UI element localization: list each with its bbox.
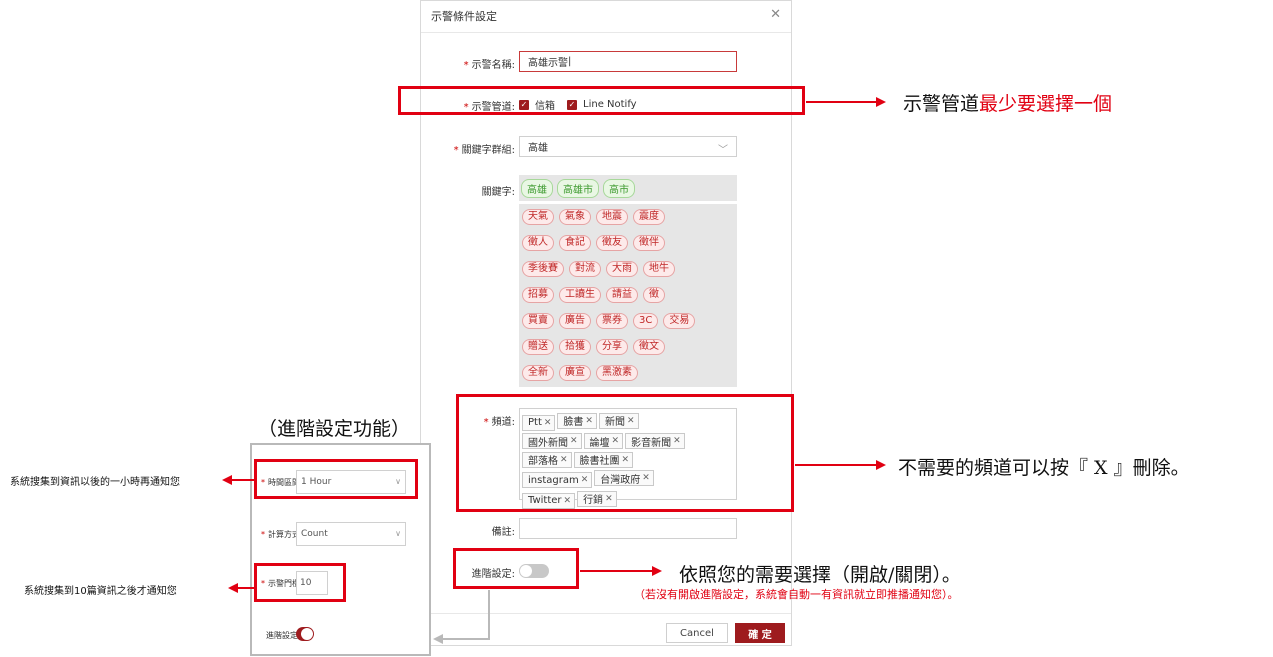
channel-highlight-box — [398, 86, 805, 115]
arrow-right-icon — [876, 460, 886, 470]
exclude-keyword-tag: 廣宣 — [559, 365, 591, 381]
exclude-keyword-tag: 工讀生 — [559, 287, 601, 303]
chevron-down-icon: ﹀ — [718, 145, 728, 156]
interval-note: 系統搜集到資訊以後的一小時再通知您 — [10, 477, 180, 488]
exclude-keyword-tag: 交易 — [663, 313, 696, 329]
threshold-highlight-box — [254, 563, 346, 602]
exclude-keyword-tag: 食記 — [559, 235, 591, 251]
exclude-keyword-row: 贈送 拾獲 分享 徵文 — [519, 334, 737, 360]
exclude-keyword-tag: 徵友 — [596, 235, 628, 251]
remark-input[interactable] — [519, 518, 737, 539]
keyword-group-value: 高雄 — [528, 143, 548, 154]
close-icon[interactable]: ✕ — [770, 7, 781, 22]
exclude-keyword-tag: 徵人 — [522, 235, 554, 251]
source-note: 不需要的頻道可以按『 X 』刪除。 — [898, 457, 1190, 479]
exclude-keyword-tag: 票券 — [596, 313, 628, 329]
exclude-keyword-tag: 大雨 — [606, 261, 638, 277]
channel-note: 示警管道最少要選擇一個 — [903, 93, 1113, 115]
exclude-keyword-tag: 對流 — [569, 261, 601, 277]
arrow-line — [806, 101, 876, 103]
confirm-button[interactable]: 確 定 — [735, 623, 785, 643]
exclude-keyword-tag: 分享 — [596, 339, 628, 355]
exclude-keyword-row: 全新 廣宣 黑激素 — [519, 360, 737, 386]
connector-line — [442, 638, 490, 640]
group-label: * 關鍵字群組: — [453, 145, 515, 156]
exclude-keyword-row: 買賣 廣告 票券 3C 交易 — [519, 308, 737, 334]
arrow-right-icon — [652, 566, 662, 576]
advanced-sub-note: （若沒有開啟進階設定，系統會自動一有資訊就立即推播通知您）。 — [634, 588, 959, 601]
name-label: * 示警名稱: — [463, 60, 515, 71]
alert-name-input[interactable]: 高雄示警 | — [519, 51, 737, 72]
source-highlight-box — [456, 394, 794, 512]
include-keyword-tag: 高雄市 — [557, 178, 599, 198]
exclude-keyword-row: 天氣 氣象 地震 震度 — [519, 204, 737, 230]
alert-name-value: 高雄示警 — [528, 58, 568, 69]
exclude-keyword-tag: 徵文 — [633, 339, 665, 355]
dialog-title: 示警條件設定 — [431, 10, 497, 23]
arrow-right-icon — [876, 97, 886, 107]
exclude-keywords: 天氣 氣象 地震 震度 徵人 食記 徵友 徵伴 季後賽 對流 大雨 地牛 招募 … — [519, 204, 737, 387]
exclude-keyword-tag: 氣象 — [559, 209, 591, 225]
exclude-keyword-tag: 地牛 — [643, 261, 675, 277]
exclude-keyword-tag: 贈送 — [522, 339, 554, 355]
exclude-keyword-tag: 震度 — [633, 209, 665, 225]
exclude-keyword-tag: 拾獲 — [559, 339, 591, 355]
calc-select[interactable]: Count ∨ — [296, 522, 406, 546]
exclude-keyword-tag: 季後賽 — [522, 261, 564, 277]
exclude-keyword-tag: 天氣 — [522, 209, 554, 225]
keyword-label: 關鍵字: — [481, 187, 515, 198]
arrow-line — [795, 464, 876, 466]
calc-value: Count — [301, 529, 328, 539]
threshold-note: 系統搜集到10篇資訊之後才通知您 — [24, 586, 177, 597]
exclude-keyword-tag: 招募 — [522, 287, 554, 303]
exclude-keyword-row: 徵人 食記 徵友 徵伴 — [519, 230, 737, 256]
footer-divider — [421, 613, 791, 614]
exclude-keyword-tag: 黑激素 — [596, 365, 638, 381]
arrow-left-icon — [228, 583, 238, 593]
interval-highlight-box — [254, 459, 418, 499]
advanced-highlight-box — [453, 548, 579, 589]
keyword-group-select[interactable]: 高雄 ﹀ — [519, 136, 737, 157]
toggle-knob — [301, 628, 313, 640]
cancel-button[interactable]: Cancel — [666, 623, 728, 643]
side-advanced-toggle[interactable] — [296, 627, 314, 641]
exclude-keyword-tag: 徵 — [643, 287, 665, 303]
remark-label: 備註: — [491, 527, 515, 538]
include-keyword-tag: 高雄 — [521, 178, 553, 198]
side-panel-title: （進階設定功能） — [258, 418, 411, 440]
exclude-keyword-tag: 買賣 — [522, 313, 554, 329]
exclude-keyword-tag: 請益 — [606, 287, 638, 303]
arrow-line — [238, 587, 254, 589]
arrow-line — [580, 570, 652, 572]
arrow-left-icon — [222, 475, 232, 485]
exclude-keyword-tag: 全新 — [522, 365, 554, 381]
connector-line — [488, 590, 490, 640]
include-keyword-tag: 高市 — [603, 178, 635, 198]
arrow-line — [232, 479, 254, 481]
exclude-keyword-tag: 3C — [633, 313, 659, 329]
include-keywords: 高雄 高雄市 高市 — [519, 175, 737, 201]
exclude-keyword-tag: 徵伴 — [633, 235, 665, 251]
exclude-keyword-row: 招募 工讀生 請益 徵 — [519, 282, 737, 308]
exclude-keyword-row: 季後賽 對流 大雨 地牛 — [519, 256, 737, 282]
exclude-keyword-tag: 廣告 — [559, 313, 591, 329]
chevron-down-icon: ∨ — [395, 529, 401, 538]
arrow-left-icon — [433, 634, 443, 644]
advanced-note: 依照您的需要選擇（開啟/關閉）。 — [679, 564, 961, 586]
exclude-keyword-tag: 地震 — [596, 209, 628, 225]
title-divider — [421, 32, 791, 33]
